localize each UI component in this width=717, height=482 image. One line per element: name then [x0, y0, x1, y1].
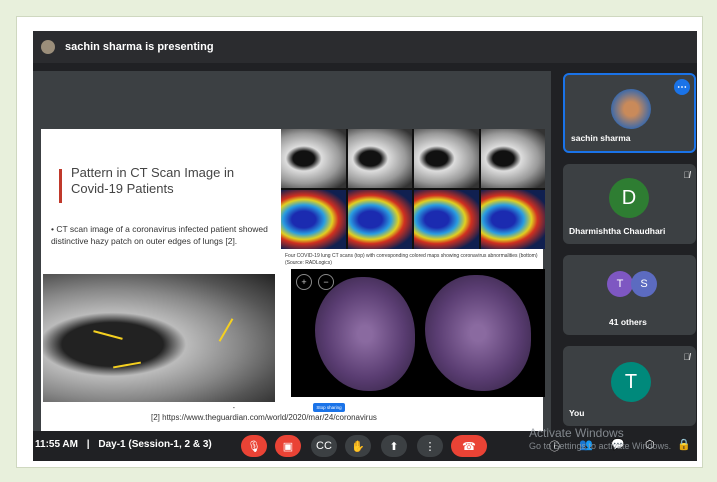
captions-icon[interactable]: CC	[311, 435, 337, 457]
zoom-out-icon[interactable]: −	[318, 274, 334, 290]
ct-scan-image	[480, 129, 545, 188]
ct-scan-annotated	[43, 274, 275, 402]
ct-caption: Four COVID-19 lung CT scans (top) with c…	[285, 253, 538, 266]
participant-tile-others[interactable]: T S 41 others	[563, 255, 696, 335]
avatar	[611, 89, 651, 129]
camera-off-icon[interactable]: ▣	[275, 435, 301, 457]
slide-title-accent	[59, 169, 62, 203]
mic-off-icon: 🎙̸	[683, 170, 690, 180]
ct-scan-image	[347, 129, 412, 188]
avatar: T	[607, 271, 633, 297]
presenter-avatar	[41, 40, 55, 54]
participant-name: Dharmishtha Chaudhari	[569, 226, 666, 236]
more-options-icon[interactable]: ⋯	[674, 79, 690, 95]
slide-bullet-text: CT scan image of a coronavirus infected …	[51, 224, 268, 246]
meeting-title: Day-1 (Session-1, 2 & 3)	[98, 439, 212, 450]
slide-overlay-controls: + −	[296, 274, 334, 290]
right-lung	[425, 275, 531, 391]
share-notice: ▪	[233, 405, 235, 410]
windows-activation-watermark: Activate Windows Go to Settings to activ…	[529, 427, 671, 453]
presentation-stage: Pattern in CT Scan Image in Covid-19 Pat…	[33, 71, 551, 431]
slide-reference: [2] https://www.theguardian.com/world/20…	[151, 413, 377, 422]
presenter-label: sachin sharma is presenting	[65, 41, 214, 53]
ct-heatmap-image	[347, 190, 412, 249]
ct-heatmap-image	[281, 190, 346, 249]
clock: 11:55 AM	[35, 439, 78, 450]
ct-heatmap-image	[480, 190, 545, 249]
participant-tile-dharmishtha[interactable]: D 🎙̸ Dharmishtha Chaudhari	[563, 164, 696, 244]
participant-name: 41 others	[609, 317, 647, 327]
separator: |	[86, 439, 90, 450]
slide-title: Pattern in CT Scan Image in Covid-19 Pat…	[71, 165, 235, 196]
watermark-title: Activate Windows	[529, 426, 624, 440]
participant-name: You	[569, 408, 585, 418]
present-icon[interactable]: ⬆	[381, 435, 407, 457]
meeting-info: 11:55 AM | Day-1 (Session-1, 2 & 3)	[35, 439, 212, 450]
ct-heatmap-image	[414, 190, 479, 249]
avatar: D	[609, 178, 649, 218]
meet-window: sachin sharma is presenting Pattern in C…	[33, 31, 697, 461]
participant-name: sachin sharma	[571, 133, 631, 143]
annotation-arrow	[93, 330, 123, 340]
annotation-arrow	[113, 361, 141, 369]
ct-scan-image	[414, 129, 479, 188]
presenter-bar: sachin sharma is presenting	[33, 31, 697, 63]
left-lung	[315, 277, 415, 391]
others-avatars: T S	[607, 271, 657, 297]
watermark-subtitle: Go to Settings to activate Windows.	[529, 441, 672, 451]
avatar: T	[611, 362, 651, 402]
ct-scan-grid	[281, 129, 545, 249]
more-vert-icon[interactable]: ⋮	[417, 435, 443, 457]
raise-hand-icon[interactable]: ✋	[345, 435, 371, 457]
stop-sharing-button[interactable]: Stop sharing	[313, 403, 345, 412]
mic-off-icon: 🎙̸	[683, 352, 690, 362]
mic-off-icon[interactable]: 🎙	[241, 435, 267, 457]
participant-tile-you[interactable]: T 🎙̸ You	[563, 346, 696, 426]
shared-slide: Pattern in CT Scan Image in Covid-19 Pat…	[41, 129, 545, 431]
zoom-in-icon[interactable]: +	[296, 274, 312, 290]
avatar: S	[631, 271, 657, 297]
lock-icon[interactable]: 🔒	[677, 438, 691, 451]
ct-scan-image	[281, 129, 346, 188]
participant-tile-sachin[interactable]: ⋯ sachin sharma	[563, 73, 696, 153]
slide-bullet: • CT scan image of a coronavirus infecte…	[51, 224, 268, 246]
call-end-icon[interactable]: ☎	[451, 435, 487, 457]
annotation-arrow	[218, 318, 234, 342]
